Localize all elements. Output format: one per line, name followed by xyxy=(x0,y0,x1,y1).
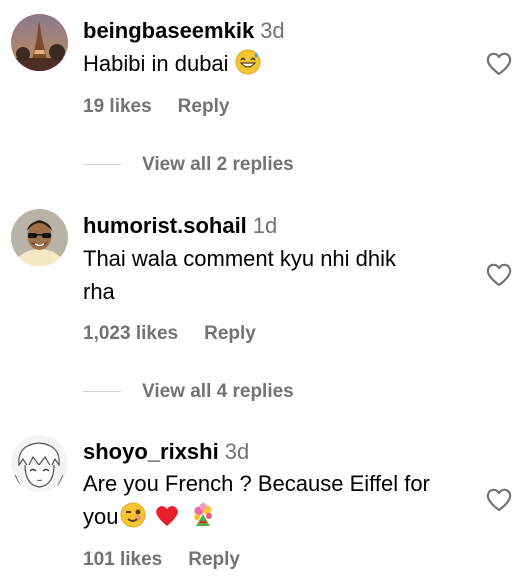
avatar[interactable] xyxy=(11,435,68,492)
grinning-sweat-emoji xyxy=(235,49,261,84)
red-heart-emoji xyxy=(154,504,180,537)
reply-button[interactable]: Reply xyxy=(204,323,256,344)
comment-age: 1d xyxy=(252,213,278,238)
likes-count[interactable]: 101 likes xyxy=(83,549,162,570)
comment-meta: 19 likes Reply xyxy=(83,96,229,118)
likes-count[interactable]: 1,023 likes xyxy=(83,323,178,344)
comment-text: Thai wala comment kyu nhi dhik rha xyxy=(83,246,397,304)
comment-age: 3d xyxy=(224,439,250,464)
comment-username[interactable]: shoyo_rixshi 3d xyxy=(83,439,249,465)
view-replies-button[interactable]: View all 2 replies xyxy=(142,154,294,176)
avatar[interactable] xyxy=(11,14,68,71)
likes-count[interactable]: 19 likes xyxy=(83,96,152,117)
heart-icon[interactable] xyxy=(485,487,513,513)
comment-text: Habibi in dubai xyxy=(83,47,261,84)
heart-icon[interactable] xyxy=(485,51,513,77)
divider xyxy=(83,164,121,165)
reply-button[interactable]: Reply xyxy=(178,96,230,117)
heart-icon[interactable] xyxy=(485,262,513,288)
comment-age: 3d xyxy=(260,18,285,43)
divider xyxy=(83,391,121,392)
comment-username[interactable]: humorist.sohail 1d xyxy=(83,213,277,239)
comment-username[interactable]: beingbaseemkik 3d xyxy=(83,18,285,44)
comment-meta: 1,023 likes Reply xyxy=(83,323,256,345)
reply-button[interactable]: Reply xyxy=(188,549,240,570)
comment-meta: 101 likes Reply xyxy=(83,549,240,571)
bouquet-emoji xyxy=(190,502,216,537)
comment-text: Are you French ? Because Eiffel for you xyxy=(83,467,430,537)
avatar[interactable] xyxy=(11,209,68,266)
view-replies-button[interactable]: View all 4 replies xyxy=(142,381,294,403)
winking-face-emoji xyxy=(120,502,146,537)
